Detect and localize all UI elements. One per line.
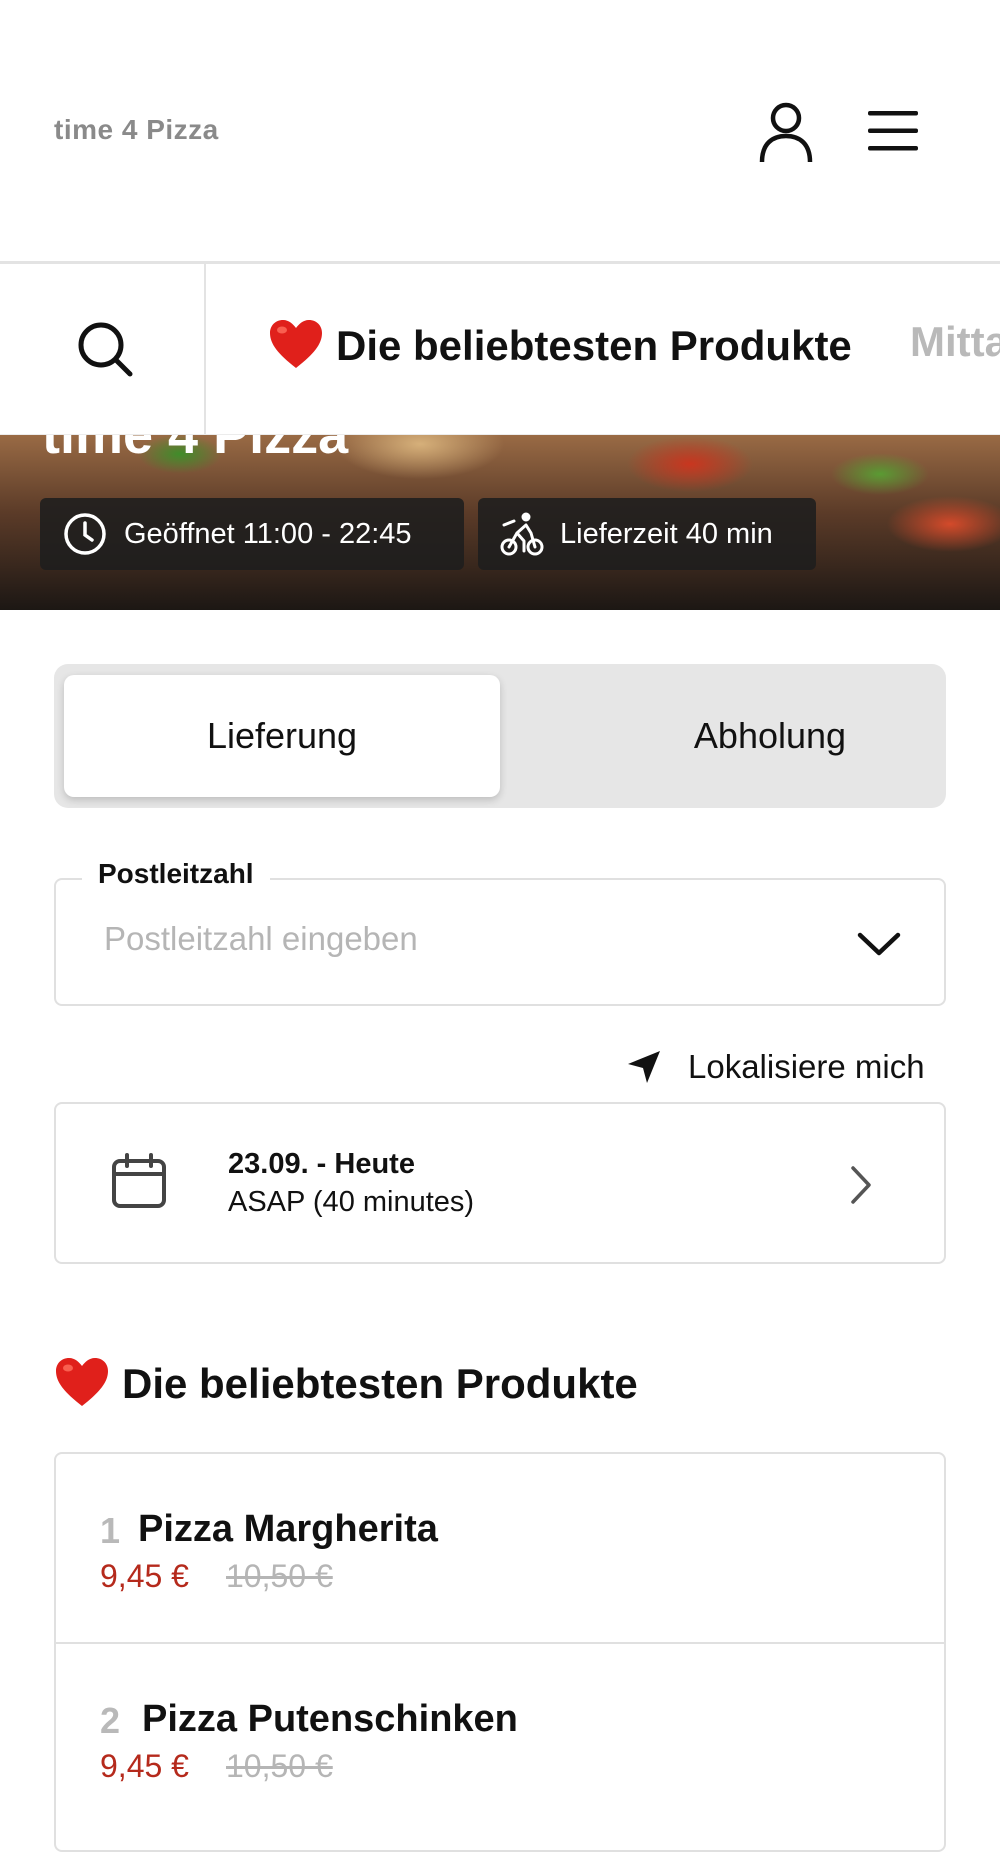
delivery-time-selector[interactable]: 23.09. - Heute ASAP (40 minutes) <box>54 1102 946 1264</box>
delivery-option[interactable]: Lieferung <box>64 675 500 797</box>
locate-me-label: Lokalisiere mich <box>688 1048 925 1085</box>
product-name: Pizza Margherita <box>138 1508 438 1550</box>
pickup-option[interactable]: Abholung <box>552 675 988 797</box>
search-icon <box>78 322 133 377</box>
category-nav: Die beliebtesten Produkte Mitta <box>0 264 1000 435</box>
delivery-time-badge: Lieferzeit 40 min <box>478 498 816 570</box>
location-arrow-icon <box>628 1051 660 1083</box>
hero-banner: time 4 Pizza Geöffnet 11:00 - 22:45 Lief… <box>0 434 1000 610</box>
order-type-toggle: Lieferung Abholung <box>54 664 946 808</box>
product-name: Pizza Putenschinken <box>142 1698 518 1740</box>
heart-icon <box>56 1358 108 1406</box>
category-tab-next[interactable]: Mitta <box>910 318 1000 366</box>
bicycle-courier-icon <box>500 512 544 556</box>
search-button[interactable] <box>0 264 206 434</box>
popular-products-list: 1 Pizza Margherita 9,45 € 10,50 € 2 Pizz… <box>54 1452 946 1852</box>
product-rank: 1 <box>100 1510 121 1551</box>
locate-me-button[interactable]: Lokalisiere mich <box>626 1046 925 1088</box>
category-tab-popular[interactable]: Die beliebtesten Produkte <box>268 318 852 370</box>
chevron-down-icon[interactable] <box>856 930 902 958</box>
restaurant-title: time 4 Pizza <box>42 434 349 465</box>
product-price: 9,45 € <box>100 1558 189 1594</box>
postcode-input[interactable] <box>104 920 804 958</box>
user-icon[interactable] <box>758 100 814 164</box>
clock-icon <box>64 513 106 555</box>
product-rank: 2 <box>100 1700 121 1741</box>
heart-icon <box>270 320 322 368</box>
category-tab-label: Die beliebtesten Produkte <box>336 322 852 369</box>
product-old-price: 10,50 € <box>226 1558 333 1594</box>
chevron-right-icon <box>851 1166 871 1204</box>
product-price: 9,45 € <box>100 1748 189 1784</box>
product-old-price: 10,50 € <box>226 1748 333 1784</box>
product-row[interactable]: 1 Pizza Margherita 9,45 € 10,50 € <box>56 1454 944 1644</box>
section-title-popular: Die beliebtesten Produkte <box>54 1356 638 1408</box>
hamburger-menu-icon[interactable] <box>866 108 920 154</box>
selected-date: 23.09. - Heute <box>228 1148 415 1180</box>
selected-time: ASAP (40 minutes) <box>228 1186 475 1218</box>
brand-logo-text[interactable]: time 4 Pizza <box>54 114 219 146</box>
section-title-text: Die beliebtesten Produkte <box>122 1360 638 1407</box>
product-row[interactable]: 2 Pizza Putenschinken 9,45 € 10,50 € <box>56 1644 944 1834</box>
opening-hours-badge: Geöffnet 11:00 - 22:45 <box>40 498 464 570</box>
delivery-time-text: Lieferzeit 40 min <box>560 517 773 550</box>
opening-hours-text: Geöffnet 11:00 - 22:45 <box>124 517 412 550</box>
postcode-label: Postleitzahl <box>82 858 270 890</box>
app-header: time 4 Pizza <box>0 0 1000 264</box>
postcode-field[interactable]: Postleitzahl <box>54 858 946 1006</box>
calendar-icon <box>112 1153 166 1208</box>
